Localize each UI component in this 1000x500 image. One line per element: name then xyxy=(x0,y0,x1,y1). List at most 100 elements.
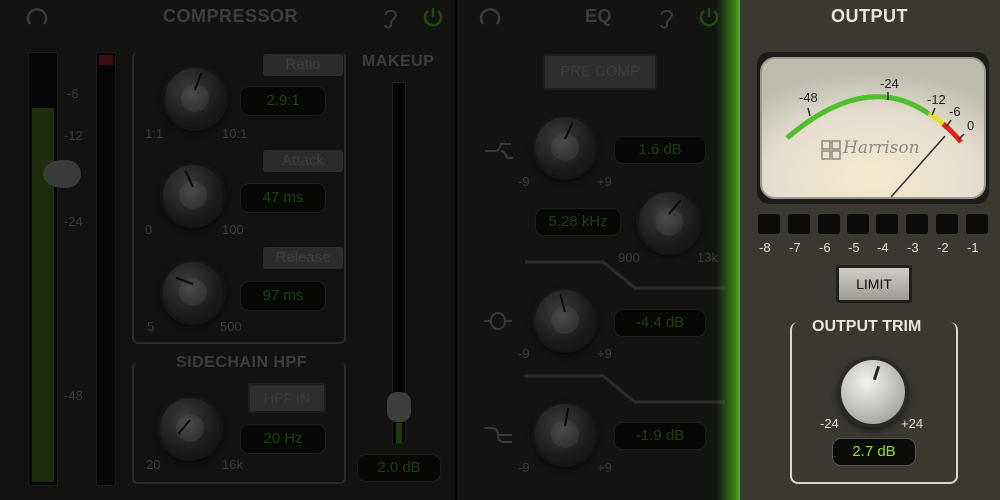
ratio-min: 1:1 xyxy=(145,126,164,141)
led-label: -5 xyxy=(848,240,860,255)
makeup-slider-fill xyxy=(396,423,402,443)
hpf-min: 20 xyxy=(146,457,161,472)
led xyxy=(758,214,780,234)
pre-comp-button[interactable]: PRE COMP xyxy=(543,54,657,90)
vu-scale-24: -24 xyxy=(880,76,899,91)
hpf-value[interactable]: 20 Hz xyxy=(240,424,326,454)
led xyxy=(906,214,928,234)
band1-gain-value[interactable]: 1.6 dB xyxy=(614,136,706,164)
led-label: -7 xyxy=(789,240,801,255)
eq-panel: EQ PRE COMP 1.6 dB -9 +9 5.28 kHz 900 13… xyxy=(455,0,734,500)
band-divider-2 xyxy=(525,374,725,404)
meter-scale-6: -6 xyxy=(67,86,79,101)
hpf-max: 16k xyxy=(222,457,243,472)
output-trim-value[interactable]: 2.7 dB xyxy=(832,438,916,466)
led xyxy=(966,214,988,234)
bypass-loop-icon[interactable] xyxy=(478,6,502,30)
freq-knob[interactable] xyxy=(639,192,699,252)
meter-scale-48: -48 xyxy=(64,388,83,403)
output-panel: OUTPUT -48 -24 -12 -6 0 Harrison -8 -7 -… xyxy=(740,0,1000,500)
gr-meter-peak xyxy=(99,55,113,65)
high-shelf-icon xyxy=(484,427,512,443)
vu-scale-0: 0 xyxy=(967,118,975,133)
led xyxy=(876,214,898,234)
eq-title: EQ xyxy=(585,6,613,26)
led xyxy=(847,214,869,234)
vu-scale-12: -12 xyxy=(927,92,946,107)
limit-button[interactable]: LIMIT xyxy=(836,265,912,303)
ratio-knob[interactable] xyxy=(165,68,225,128)
attack-knob[interactable] xyxy=(163,165,223,225)
release-min: 5 xyxy=(147,319,155,334)
compressor-title: COMPRESSOR xyxy=(163,6,299,26)
attack-max: 100 xyxy=(222,222,244,237)
input-meter xyxy=(28,52,58,486)
output-trim-label: OUTPUT TRIM xyxy=(806,318,928,336)
band2-max: +9 xyxy=(597,346,612,361)
output-title: OUTPUT xyxy=(831,6,908,26)
led xyxy=(936,214,958,234)
compressor-panel: COMPRESSOR -6 -12 -24 -48 Ratio 2.9:1 1:… xyxy=(0,0,455,500)
ratio-value[interactable]: 2.9:1 xyxy=(240,86,326,116)
band3-min: -9 xyxy=(518,460,530,475)
bypass-loop-icon[interactable] xyxy=(25,6,49,30)
band2-min: -9 xyxy=(518,346,530,361)
ratio-max: 10:1 xyxy=(222,126,248,141)
harrison-logo-icon xyxy=(821,140,841,160)
bell-icon xyxy=(484,312,512,330)
output-trim-indicator xyxy=(872,365,881,381)
led-label: -1 xyxy=(967,240,979,255)
limit-led-labels: -8 -7 -6 -5 -4 -3 -2 -1 xyxy=(756,240,996,256)
release-value[interactable]: 97 ms xyxy=(240,281,326,311)
vu-scale-48: -48 xyxy=(799,90,818,105)
makeup-slider-track[interactable] xyxy=(392,82,406,444)
ear-listen-icon[interactable] xyxy=(381,6,399,30)
panel-glow xyxy=(716,0,742,500)
vu-meter: -48 -24 -12 -6 0 Harrison xyxy=(757,52,989,204)
led-label: -8 xyxy=(759,240,771,255)
ratio-label: Ratio xyxy=(263,54,343,76)
meter-scale-12: -12 xyxy=(64,128,83,143)
attack-label: Attack xyxy=(263,150,343,172)
release-label: Release xyxy=(263,247,343,269)
sidechain-label: SIDECHAIN HPF xyxy=(170,354,313,372)
band3-gain-value[interactable]: -1.9 dB xyxy=(614,422,706,450)
low-shelf-icon xyxy=(485,143,513,159)
output-trim-min: -24 xyxy=(820,416,839,431)
led xyxy=(818,214,840,234)
hpf-knob[interactable] xyxy=(160,398,220,458)
threshold-handle[interactable] xyxy=(43,160,81,188)
output-trim-knob[interactable] xyxy=(841,360,905,424)
band2-gain-value[interactable]: -4.4 dB xyxy=(614,309,706,337)
band1-gain-knob[interactable] xyxy=(535,117,595,177)
vu-brand: Harrison xyxy=(843,138,920,158)
vu-scale-6: -6 xyxy=(949,104,961,119)
led-label: -4 xyxy=(877,240,889,255)
led-label: -3 xyxy=(907,240,919,255)
release-max: 500 xyxy=(220,319,242,334)
led xyxy=(788,214,810,234)
band3-max: +9 xyxy=(597,460,612,475)
freq-value[interactable]: 5.28 kHz xyxy=(535,208,621,236)
band2-gain-knob[interactable] xyxy=(535,290,595,350)
band1-min: -9 xyxy=(518,174,530,189)
attack-value[interactable]: 47 ms xyxy=(240,183,326,213)
led-label: -2 xyxy=(937,240,949,255)
attack-min: 0 xyxy=(145,222,153,237)
band-divider-1 xyxy=(525,260,725,290)
vu-meter-face xyxy=(760,57,986,199)
makeup-slider-thumb[interactable] xyxy=(387,392,411,422)
output-trim-max: +24 xyxy=(901,416,924,431)
makeup-value[interactable]: 2.0 dB xyxy=(357,454,441,482)
hpf-in-button[interactable]: HPF IN xyxy=(248,383,326,413)
release-knob[interactable] xyxy=(163,262,223,322)
band3-gain-knob[interactable] xyxy=(535,404,595,464)
gr-meter xyxy=(96,52,116,486)
ear-listen-icon[interactable] xyxy=(657,6,675,30)
meter-scale-24: -24 xyxy=(64,214,83,229)
power-icon[interactable] xyxy=(421,5,445,29)
band1-max: +9 xyxy=(597,174,612,189)
makeup-label: MAKEUP xyxy=(362,53,435,70)
led-label: -6 xyxy=(819,240,831,255)
limit-leds xyxy=(758,214,990,236)
